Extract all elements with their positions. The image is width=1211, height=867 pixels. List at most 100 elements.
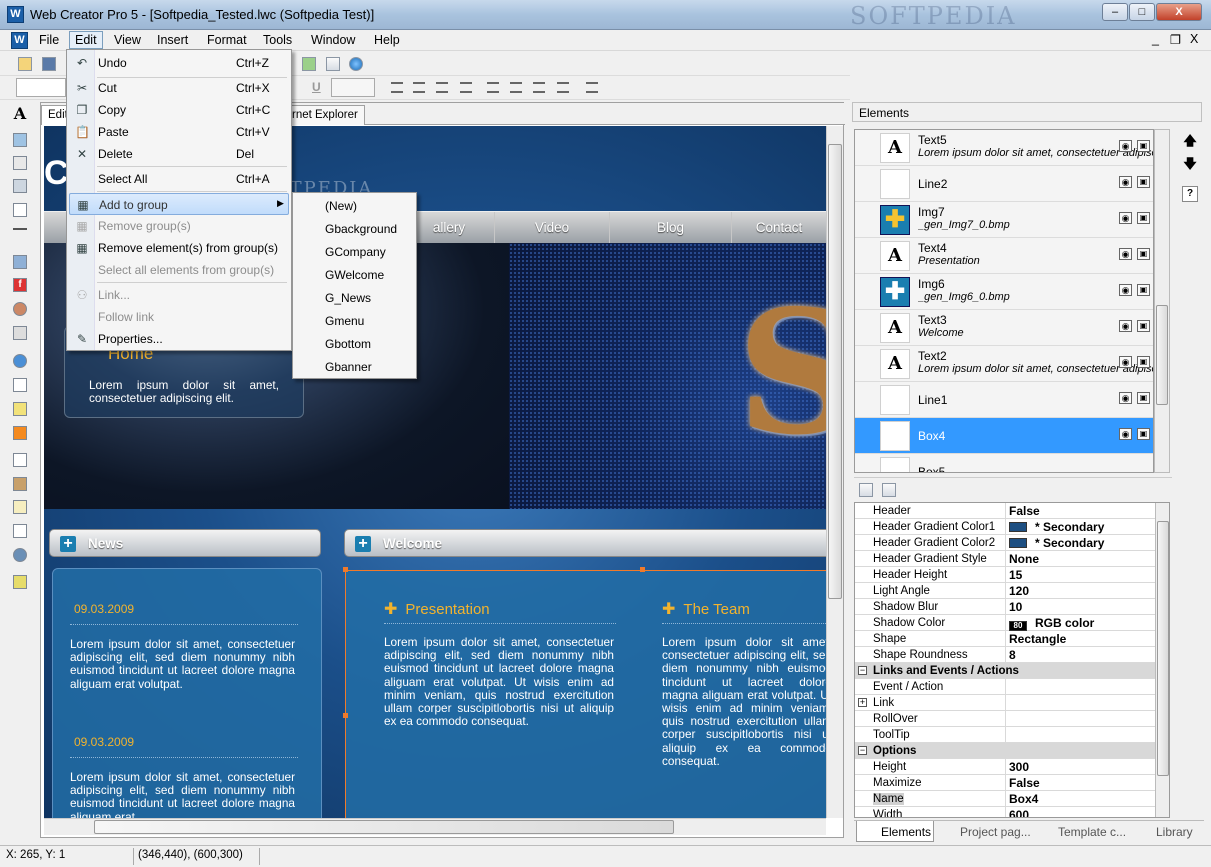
eye-icon[interactable]: ◉: [1119, 428, 1132, 440]
list-item[interactable]: Line2 ◉ ▣: [855, 166, 1153, 202]
property-row[interactable]: Maximize False: [855, 775, 1155, 791]
eye-icon[interactable]: ◉: [1119, 176, 1132, 188]
lock-icon[interactable]: ▣: [1137, 212, 1150, 224]
open-folder-icon[interactable]: [18, 57, 32, 71]
property-category[interactable]: − Links and Events / Actions: [855, 663, 1155, 679]
underline-button[interactable]: U: [312, 80, 321, 94]
list-item[interactable]: A Text2 Lorem ipsum dolor sit amet, consec…: [855, 346, 1153, 382]
minimize-button[interactable]: –: [1102, 3, 1128, 21]
mdi-minimize-button[interactable]: _: [1152, 32, 1159, 46]
menu-item-paste[interactable]: 📋 Paste Ctrl+V: [69, 121, 289, 143]
align-left-icon[interactable]: [487, 82, 499, 93]
property-row[interactable]: Shape Rectangle: [855, 631, 1155, 647]
list-bullets-icon[interactable]: [391, 82, 403, 93]
script-tool-icon[interactable]: [13, 575, 27, 589]
menu-item-delete[interactable]: ✕ Delete Del: [69, 143, 289, 165]
menu-file[interactable]: File: [39, 33, 59, 47]
help-icon[interactable]: ?: [1182, 186, 1198, 202]
menu-tools[interactable]: Tools: [263, 33, 292, 47]
property-row[interactable]: Header Height 15: [855, 567, 1155, 583]
property-row[interactable]: Header Gradient Color2 * Secondary: [855, 535, 1155, 551]
lock-icon[interactable]: ▣: [1137, 284, 1150, 296]
font-size-select[interactable]: [331, 78, 375, 97]
menu-item-cut[interactable]: ✂ Cut Ctrl+X: [69, 77, 289, 99]
property-row[interactable]: Name Box4: [855, 791, 1155, 807]
submenu-item-gmenu[interactable]: Gmenu: [325, 314, 364, 328]
property-value[interactable]: False: [1009, 504, 1040, 518]
lock-icon[interactable]: ▣: [1137, 428, 1150, 440]
note-tool-icon[interactable]: [13, 402, 27, 416]
tab-template[interactable]: Template c...: [1034, 821, 1130, 842]
list-item-selected[interactable]: Box4 ◉ ▣: [855, 418, 1153, 454]
menu-view[interactable]: View: [114, 33, 141, 47]
property-row[interactable]: Header False: [855, 503, 1155, 519]
submenu-item-gbottom[interactable]: Gbottom: [325, 337, 371, 351]
submenu-item-gwelcome[interactable]: GWelcome: [325, 268, 384, 282]
tab-project-pages[interactable]: Project pag...: [936, 821, 1032, 842]
counter-tool-icon[interactable]: [13, 453, 27, 467]
menu-window[interactable]: Window: [311, 33, 355, 47]
lock-icon[interactable]: ▣: [1137, 176, 1150, 188]
nav-item-gallery[interactable]: allery: [404, 212, 494, 244]
property-value[interactable]: * Secondary: [1009, 520, 1104, 534]
tab-library[interactable]: Library: [1132, 821, 1202, 842]
list-item[interactable]: A Text5 Lorem ipsum dolor sit amet, consec…: [855, 130, 1153, 166]
eye-icon[interactable]: ◉: [1119, 248, 1132, 260]
calendar-tool-icon[interactable]: [13, 378, 27, 392]
gallery-tool-icon[interactable]: [13, 255, 27, 269]
menu-item-select-all[interactable]: Select All Ctrl+A: [69, 168, 289, 190]
indent-decrease-icon[interactable]: [436, 82, 448, 93]
input-tool-icon[interactable]: [13, 524, 27, 538]
news-header[interactable]: + News: [49, 529, 321, 557]
menu-item-select-group-elements[interactable]: Select all elements from group(s): [69, 259, 289, 281]
welcome-header[interactable]: + Welcome: [344, 529, 826, 557]
move-up-icon[interactable]: 🡅: [1182, 132, 1198, 148]
property-row[interactable]: RollOver: [855, 711, 1155, 727]
nav-item-video[interactable]: Video: [494, 212, 609, 244]
export-icon[interactable]: [302, 57, 316, 71]
list-item[interactable]: A Text4 Presentation ◉ ▣: [855, 238, 1153, 274]
submenu-item-g-news[interactable]: G_News: [325, 291, 371, 305]
eye-icon[interactable]: ◉: [1119, 284, 1132, 296]
menu-item-properties[interactable]: ✎ Properties...: [69, 328, 289, 350]
image-tool-icon[interactable]: [13, 133, 27, 147]
property-row[interactable]: Event / Action: [855, 679, 1155, 695]
line-tool-icon[interactable]: [13, 228, 27, 230]
menu-item-remove-elements[interactable]: ▦ Remove element(s) from group(s): [69, 237, 289, 259]
media-tool-icon[interactable]: [13, 302, 27, 316]
property-value[interactable]: * Secondary: [1009, 536, 1104, 550]
property-value[interactable]: 300: [1009, 760, 1029, 774]
list-item[interactable]: ✚ Img7 _gen_Img7_0.bmp ◉ ▣: [855, 202, 1153, 238]
indent-increase-icon[interactable]: [460, 82, 472, 93]
property-row[interactable]: Header Gradient Color1 * Secondary: [855, 519, 1155, 535]
collapse-icon[interactable]: −: [858, 666, 867, 675]
canvas-vertical-scrollbar[interactable]: [826, 126, 843, 818]
move-down-icon[interactable]: 🡇: [1182, 155, 1198, 171]
sound-tool-icon[interactable]: [13, 326, 27, 340]
eye-icon[interactable]: ◉: [1119, 356, 1132, 368]
property-value[interactable]: Box4: [1009, 792, 1038, 806]
eye-icon[interactable]: ◉: [1119, 212, 1132, 224]
collapse-icon[interactable]: −: [858, 746, 867, 755]
property-row[interactable]: Height 300: [855, 759, 1155, 775]
tab-elements[interactable]: Elements: [856, 821, 934, 842]
property-value[interactable]: 15: [1009, 568, 1022, 582]
property-row[interactable]: Header Gradient Style None: [855, 551, 1155, 567]
menu-item-link[interactable]: ⚇ Link...: [69, 284, 289, 306]
list-item[interactable]: A Text3 Welcome ◉ ▣: [855, 310, 1153, 346]
panel-tool-icon[interactable]: [13, 179, 27, 193]
link-tool-icon[interactable]: [13, 477, 27, 491]
align-right-icon[interactable]: [533, 82, 545, 93]
property-row[interactable]: Shadow Blur 10: [855, 599, 1155, 615]
align-justify-icon[interactable]: [557, 82, 569, 93]
chat-tool-icon[interactable]: [13, 354, 27, 368]
property-value[interactable]: 600: [1009, 808, 1029, 817]
list-item[interactable]: ✚ Img6 _gen_Img6_0.bmp ◉ ▣: [855, 274, 1153, 310]
canvas-horizontal-scrollbar[interactable]: [44, 818, 826, 835]
align-center-icon[interactable]: [510, 82, 522, 93]
property-row[interactable]: + Link: [855, 695, 1155, 711]
menu-item-undo[interactable]: ↶ Undo Ctrl+Z: [69, 52, 289, 74]
text-wrap-icon[interactable]: [586, 82, 598, 93]
app-icon[interactable]: W: [7, 6, 24, 23]
property-row[interactable]: Light Angle 120: [855, 583, 1155, 599]
